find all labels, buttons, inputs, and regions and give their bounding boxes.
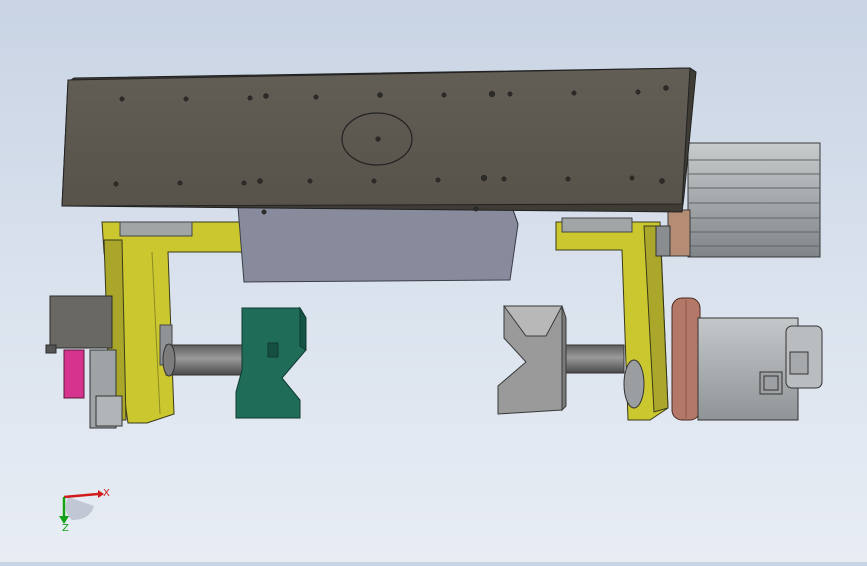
left-shaft [165,344,245,376]
left-bracket [101,221,243,424]
right-jaw [497,305,567,415]
left-jaw [235,306,307,419]
right-bracket [555,217,671,421]
coordinate-triad: X Z [59,488,110,534]
servo-motor [671,297,823,421]
air-cylinder [667,142,821,258]
base-plate [61,67,697,215]
cad-viewport[interactable]: X Z [0,0,867,562]
right-shaft [557,344,625,374]
assembly-drawing: X Z [45,67,823,534]
z-axis-label: Z [62,523,69,534]
guard-plate [237,206,519,283]
x-axis-arrow [63,492,99,499]
x-axis-label: X [103,488,110,499]
left-actuator-block [45,295,123,429]
pink-part [63,349,85,399]
